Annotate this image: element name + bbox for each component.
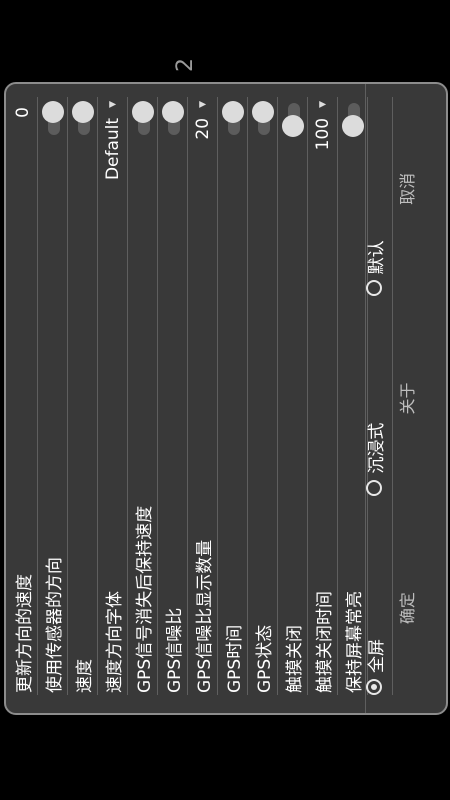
- dialog-buttons: 确定 关于 取消: [365, 84, 446, 713]
- setting-toggle[interactable]: [71, 101, 94, 137]
- cancel-button[interactable]: 取消: [366, 84, 446, 294]
- setting-control: 20 ▼: [188, 101, 217, 140]
- dropdown-caret-icon: ▼: [317, 101, 328, 108]
- setting-label: 更新方向的速度: [15, 574, 35, 693]
- rotated-screen: 2 更新方向的速度 0 使用传感器的方向 速度 速度方向字体 Default ▼ GPS信号消…: [0, 0, 450, 800]
- setting-control: [128, 101, 157, 137]
- setting-value[interactable]: 100: [313, 118, 333, 150]
- setting-control: [278, 101, 307, 137]
- setting-row[interactable]: GPS时间: [218, 97, 248, 695]
- ok-button[interactable]: 确定: [366, 503, 446, 713]
- setting-toggle[interactable]: [281, 101, 304, 137]
- setting-control: [248, 101, 277, 137]
- setting-label: GPS信号消失后保持速度: [135, 505, 155, 693]
- setting-control: [218, 101, 247, 137]
- dropdown-caret-icon: ▼: [107, 101, 118, 108]
- setting-control: 0: [8, 101, 37, 118]
- setting-row[interactable]: 更新方向的速度 0: [8, 97, 38, 695]
- toggle-knob: [251, 101, 274, 123]
- setting-label: 触摸关闭: [285, 625, 305, 693]
- toggle-knob: [281, 115, 304, 137]
- settings-dialog: 更新方向的速度 0 使用传感器的方向 速度 速度方向字体 Default ▼ GPS信号消失后…: [4, 82, 448, 715]
- setting-value[interactable]: Default: [103, 118, 123, 180]
- setting-label: 使用传感器的方向: [45, 557, 65, 693]
- setting-label: 速度: [75, 659, 95, 693]
- setting-control: [68, 101, 97, 137]
- settings-list: 更新方向的速度 0 使用传感器的方向 速度 速度方向字体 Default ▼ GPS信号消失后…: [8, 97, 368, 695]
- toggle-knob: [131, 101, 154, 123]
- dropdown-caret-icon: ▼: [197, 101, 208, 108]
- setting-toggle[interactable]: [41, 101, 64, 137]
- setting-toggle[interactable]: [221, 101, 244, 137]
- setting-toggle[interactable]: [251, 101, 274, 137]
- setting-row[interactable]: 使用传感器的方向: [38, 97, 68, 695]
- setting-row[interactable]: GPS信噪比: [158, 97, 188, 695]
- setting-label: GPS状态: [255, 624, 275, 693]
- setting-control: Default ▼: [98, 101, 127, 180]
- toggle-knob: [161, 101, 184, 123]
- setting-toggle[interactable]: [161, 101, 184, 137]
- setting-row[interactable]: 触摸关闭时间 100 ▼: [308, 97, 338, 695]
- setting-toggle[interactable]: [131, 101, 154, 137]
- setting-row[interactable]: 速度: [68, 97, 98, 695]
- setting-control: 100 ▼: [308, 101, 337, 150]
- setting-label: 触摸关闭时间: [315, 591, 335, 693]
- setting-control: [38, 101, 67, 137]
- setting-label: GPS信噪比显示数量: [195, 539, 215, 693]
- toggle-knob: [221, 101, 244, 123]
- setting-label: GPS时间: [225, 624, 245, 693]
- setting-row[interactable]: GPS状态: [248, 97, 278, 695]
- setting-row[interactable]: GPS信号消失后保持速度: [128, 97, 158, 695]
- setting-label: 速度方向字体: [105, 591, 125, 693]
- toggle-knob: [41, 101, 64, 123]
- setting-control: [158, 101, 187, 137]
- setting-value[interactable]: 0: [13, 107, 33, 118]
- page-number: 2: [173, 58, 198, 72]
- setting-label: GPS信噪比: [165, 607, 185, 693]
- toggle-knob: [71, 101, 94, 123]
- setting-value[interactable]: 20: [193, 118, 213, 140]
- setting-row[interactable]: 速度方向字体 Default ▼: [98, 97, 128, 695]
- about-button[interactable]: 关于: [366, 294, 446, 504]
- setting-row[interactable]: 触摸关闭: [278, 97, 308, 695]
- setting-row[interactable]: GPS信噪比显示数量 20 ▼: [188, 97, 218, 695]
